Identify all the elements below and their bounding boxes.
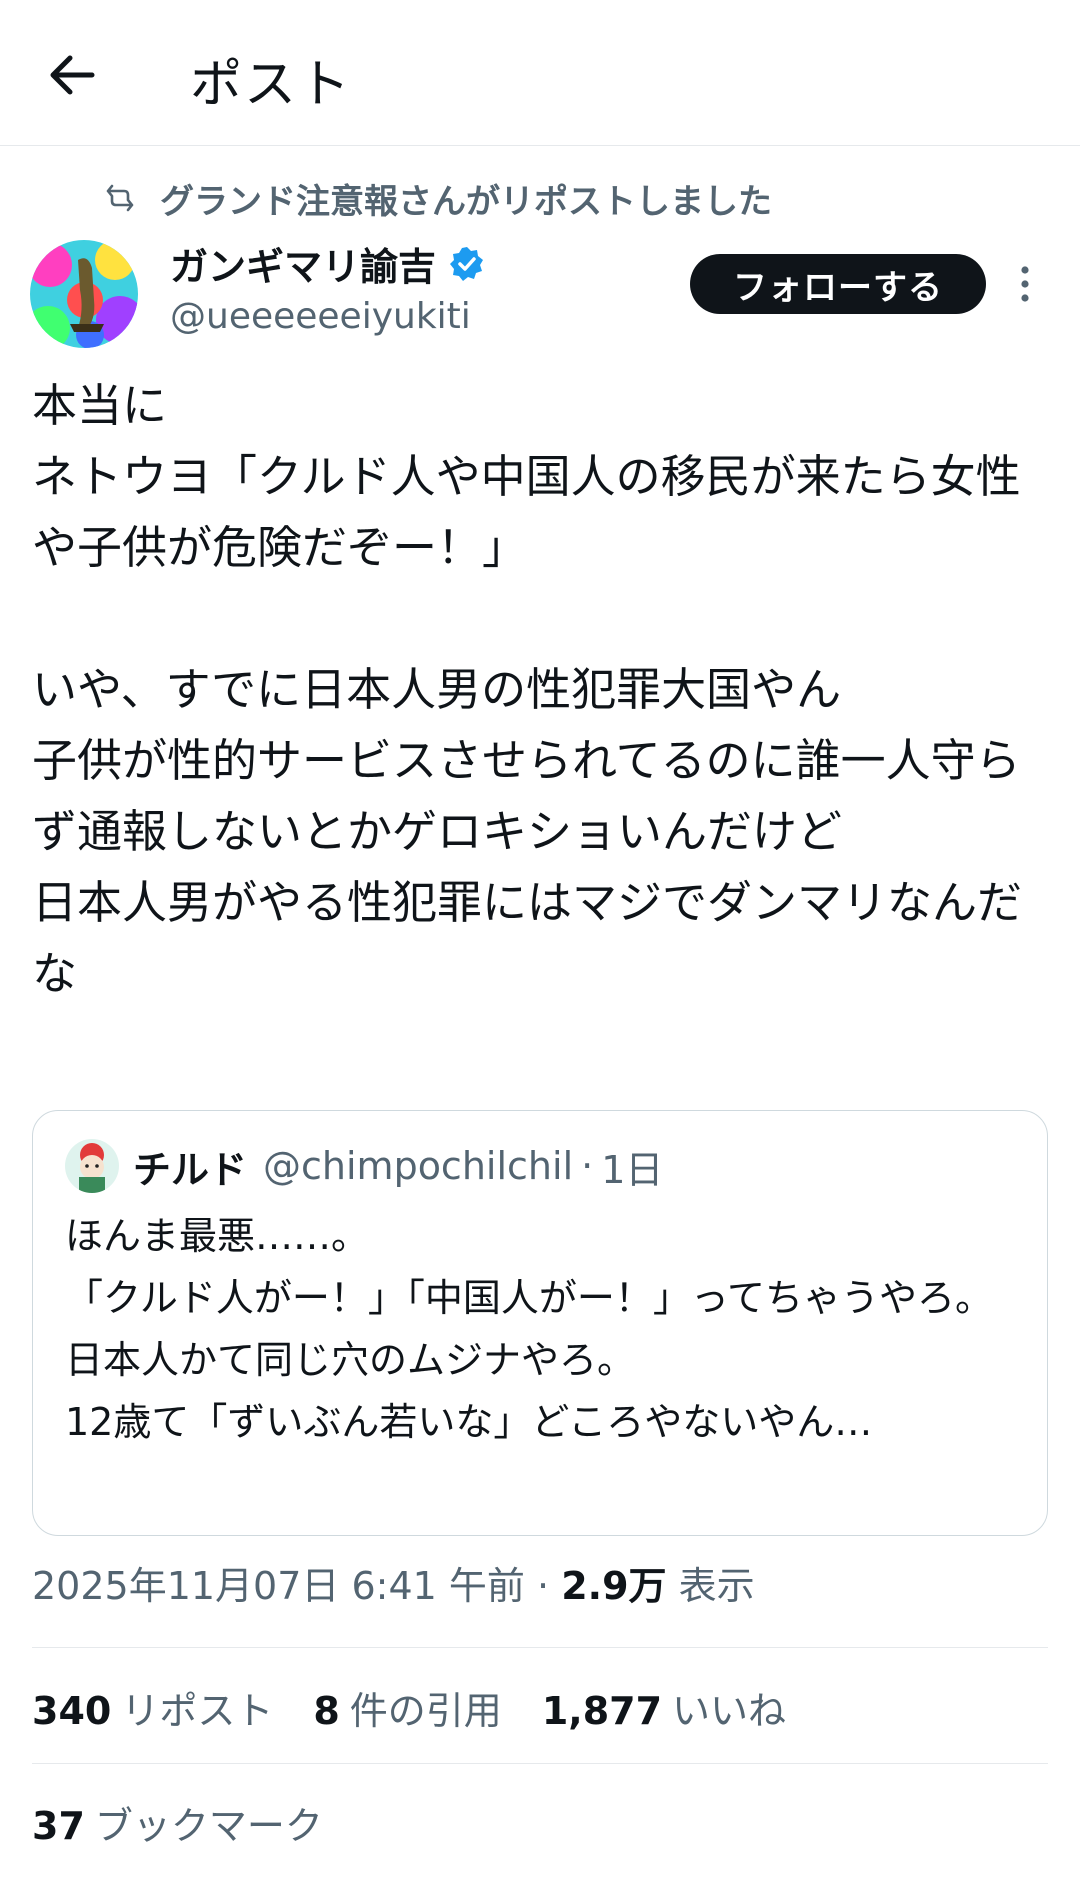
more-options-icon (1021, 266, 1029, 302)
repost-icon (106, 184, 134, 212)
quoted-timestamp: 1日 (601, 1147, 664, 1192)
quotes-count: 8 (313, 1689, 340, 1733)
bookmarks-label: ブックマーク (94, 1804, 323, 1848)
post-text: 本当に ネトウヨ「クルド人や中国人の移民が来たら女性や子供が危険だぞー！」 いや… (32, 379, 1023, 1000)
back-button[interactable] (44, 40, 104, 110)
divider (32, 1763, 1048, 1764)
author-handle[interactable]: @ueeeeeeiyukiti (170, 296, 471, 337)
page-title: ポスト (190, 55, 353, 115)
likes-label: いいね (672, 1689, 787, 1733)
divider (32, 1647, 1048, 1648)
repost-context-text: グランド注意報さんがリポストしました (160, 181, 772, 222)
quotes-stat[interactable]: 8 件の引用 (313, 1680, 501, 1735)
bookmarks-stat[interactable]: 37 ブックマーク (32, 1795, 323, 1850)
author-name-row[interactable]: ガンギマリ諭吉 (170, 236, 486, 291)
bookmarks-count: 37 (32, 1804, 85, 1848)
views-count: 2.9万 (561, 1564, 667, 1608)
back-arrow-icon (50, 55, 95, 95)
repost-context[interactable]: グランド注意報さんがリポストしました (104, 172, 772, 224)
top-bar: ポスト (0, 0, 1080, 146)
quoted-post-header: チルド @chimpochilchil · 1日 (65, 1135, 663, 1197)
author-display-name[interactable]: ガンギマリ諭吉 (170, 236, 436, 291)
likes-stat[interactable]: 1,877 いいね (542, 1680, 786, 1735)
verified-badge-icon (450, 246, 484, 281)
reposts-label: リポスト (121, 1689, 274, 1733)
reposts-count: 340 (32, 1689, 112, 1733)
post-meta: 2025年11月07日 6:41 午前 · 2.9万 表示 (32, 1555, 755, 1610)
quoted-separator: · (581, 1144, 594, 1188)
likes-count: 1,877 (541, 1689, 663, 1733)
quoted-post-text: ほんま最悪……。 「クルド人がー！」「中国人がー！」ってちゃうやろ。 日本人かて… (65, 1214, 993, 1444)
engagement-stats: 340 リポスト 8 件の引用 1,877 いいね (32, 1680, 826, 1735)
author-avatar[interactable] (30, 240, 138, 348)
quoted-author-handle: @chimpochilchil (263, 1144, 574, 1188)
views-label: 表示 (678, 1564, 755, 1608)
follow-button[interactable]: フォローする (690, 254, 986, 314)
more-options-button[interactable] (1010, 258, 1040, 310)
quotes-label: 件の引用 (349, 1689, 502, 1733)
post-datetime[interactable]: 2025年11月07日 6:41 午前 (32, 1564, 525, 1608)
reposts-stat[interactable]: 340 リポスト (32, 1680, 273, 1735)
quoted-author-avatar (65, 1139, 119, 1193)
quoted-author-name: チルド (133, 1147, 248, 1192)
quoted-post[interactable]: チルド @chimpochilchil · 1日 ほんま最悪……。 「クルド人が… (32, 1110, 1048, 1536)
meta-separator: · (537, 1564, 550, 1608)
